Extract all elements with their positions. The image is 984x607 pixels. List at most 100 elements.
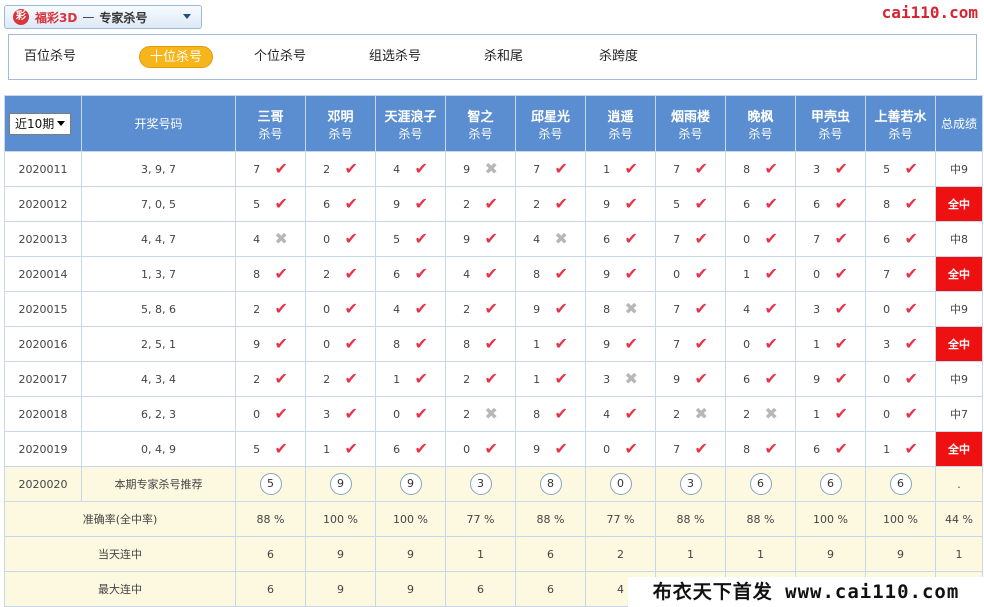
kill-number: 0 (883, 407, 891, 421)
check-mark-icon: ✔ (624, 439, 638, 458)
kill-pick: 1 ✔ (866, 441, 935, 457)
kill-number: 2 (253, 372, 261, 386)
stat-value: 9 (375, 571, 446, 607)
expert-header[interactable]: 三哥 杀号 (235, 95, 306, 152)
expert-header[interactable]: 邱星光 杀号 (515, 95, 586, 152)
expert-header[interactable]: 晚枫 杀号 (725, 95, 796, 152)
tab-sum-tail-kill[interactable]: 杀和尾 (484, 46, 523, 68)
kill-number: 2 (463, 372, 471, 386)
lottery-mode-dropdown[interactable]: 彩 福彩3D — 专家杀号 (4, 5, 202, 29)
draw-number-cell: 4, 3, 4 (81, 361, 236, 397)
kill-pick-cell: 4 ✔ (375, 151, 446, 187)
expert-header[interactable]: 智之 杀号 (445, 95, 516, 152)
expert-header[interactable]: 上善若水 杀号 (865, 95, 936, 152)
check-mark-icon: ✔ (624, 334, 638, 353)
check-mark-icon: ✔ (694, 194, 708, 213)
tab-units-kill[interactable]: 个位杀号 (254, 46, 306, 68)
kill-pick-cell: 5 ✔ (235, 186, 306, 222)
kill-number: 0 (673, 267, 681, 281)
cross-mark-icon: ✖ (764, 404, 778, 423)
kill-pick: 0 ✔ (796, 266, 865, 282)
kill-number: 0 (813, 267, 821, 281)
check-mark-icon: ✔ (624, 194, 638, 213)
cross-mark-icon: ✖ (624, 299, 638, 318)
kill-pick-cell: 2 ✖ (655, 396, 726, 432)
kill-pick: 8 ✔ (446, 336, 515, 352)
expert-header[interactable]: 甲壳虫 杀号 (795, 95, 866, 152)
kill-pick-cell: 7 ✔ (655, 151, 726, 187)
issue-cell: 2020019 (4, 431, 82, 467)
expert-header[interactable]: 逍遥 杀号 (585, 95, 656, 152)
top-bar: 彩 福彩3D — 专家杀号 cai110.com (0, 0, 984, 34)
total-score-cell: 中9 (935, 151, 983, 187)
kill-number: 2 (253, 302, 261, 316)
kill-pick-cell: 6 ✔ (795, 186, 866, 222)
kill-pick-cell: 4 ✔ (375, 291, 446, 327)
cross-mark-icon: ✖ (554, 229, 568, 248)
tab-hundreds-kill[interactable]: 百位杀号 (24, 46, 76, 68)
kill-pick: 2 ✔ (306, 371, 375, 387)
tab-group-kill[interactable]: 组选杀号 (369, 46, 421, 68)
check-mark-icon: ✔ (274, 159, 288, 178)
kill-pick-cell: 1 ✔ (515, 326, 586, 362)
check-mark-icon: ✔ (554, 404, 568, 423)
kill-number: 4 (463, 267, 471, 281)
tab-span-kill[interactable]: 杀跨度 (599, 46, 638, 68)
table-body: 2020011 3, 9, 7 7 ✔ 2 ✔ 4 ✔ 9 ✖ 7 ✔ 1 ✔ 7 ✔ 8 ✔ 3 ✔ 5 ✔ 中9 2020… (4, 151, 983, 607)
kill-number: 0 (323, 337, 331, 351)
check-mark-icon: ✔ (344, 404, 358, 423)
check-mark-icon: ✔ (414, 264, 428, 283)
kill-pick-cell: 9 ✔ (585, 186, 656, 222)
kill-pick: 4 ✔ (586, 406, 655, 422)
kill-number: 6 (323, 197, 331, 211)
stat-value: 1 (445, 536, 516, 572)
draw-number-cell: 1, 3, 7 (81, 256, 236, 292)
tab-tens-kill[interactable]: 十位杀号 (139, 46, 214, 68)
recommend-number: 0 (609, 473, 632, 495)
kill-number: 7 (673, 442, 681, 456)
kill-pick: 8 ✔ (866, 196, 935, 212)
expert-header[interactable]: 烟雨楼 杀号 (655, 95, 726, 152)
kill-number: 0 (883, 372, 891, 386)
total-score-cell: 全中 (935, 326, 983, 362)
total-score-cell: 全中 (935, 431, 983, 467)
check-mark-icon: ✔ (484, 194, 498, 213)
kill-number: 8 (533, 407, 541, 421)
check-mark-icon: ✔ (554, 334, 568, 353)
kill-pick-cell: 7 ✔ (515, 151, 586, 187)
kill-pick-cell: 1 ✔ (795, 326, 866, 362)
expert-sub: 杀号 (258, 126, 283, 141)
period-select[interactable]: 近10期 (9, 112, 71, 135)
recommend-label: 本期专家杀号推荐 (81, 466, 236, 502)
check-mark-icon: ✔ (694, 334, 708, 353)
kill-pick: 5 ✔ (236, 441, 305, 457)
check-mark-icon: ✔ (274, 299, 288, 318)
recommend-pick-cell: 3 (655, 466, 726, 502)
table-row: 2020017 4, 3, 4 2 ✔ 2 ✔ 1 ✔ 2 ✔ 1 ✔ 3 ✖ 9 ✔ 6 ✔ 9 ✔ 0 ✔ 中9 (4, 361, 983, 397)
total-score-cell: 中9 (935, 291, 983, 327)
kill-number: 5 (883, 162, 891, 176)
kill-number: 1 (813, 337, 821, 351)
kill-pick: 7 ✔ (516, 161, 585, 177)
kill-pick: 3 ✔ (306, 406, 375, 422)
kill-number: 7 (673, 162, 681, 176)
check-mark-icon: ✔ (344, 369, 358, 388)
kill-number: 6 (883, 232, 891, 246)
kill-pick: 7 ✔ (236, 161, 305, 177)
kill-number: 7 (253, 162, 261, 176)
expert-header[interactable]: 邓明 杀号 (305, 95, 376, 152)
stat-value: 6 (235, 536, 306, 572)
kill-pick: 8 ✔ (376, 336, 445, 352)
kill-number: 0 (393, 407, 401, 421)
expert-header[interactable]: 天涯浪子 杀号 (375, 95, 446, 152)
kill-pick-cell: 1 ✔ (305, 431, 376, 467)
table-row: 2020013 4, 4, 7 4 ✖ 0 ✔ 5 ✔ 9 ✔ 4 ✖ 6 ✔ 7 ✔ 0 ✔ 7 ✔ 6 ✔ 中8 (4, 221, 983, 257)
issue-cell: 2020020 (4, 466, 82, 502)
kill-number: 1 (813, 407, 821, 421)
kill-number: 2 (463, 197, 471, 211)
check-mark-icon: ✔ (344, 159, 358, 178)
kill-pick: 4 ✔ (446, 266, 515, 282)
kill-pick-cell: 9 ✔ (585, 326, 656, 362)
kill-pick-cell: 5 ✔ (375, 221, 446, 257)
kill-pick-cell: 6 ✔ (375, 256, 446, 292)
